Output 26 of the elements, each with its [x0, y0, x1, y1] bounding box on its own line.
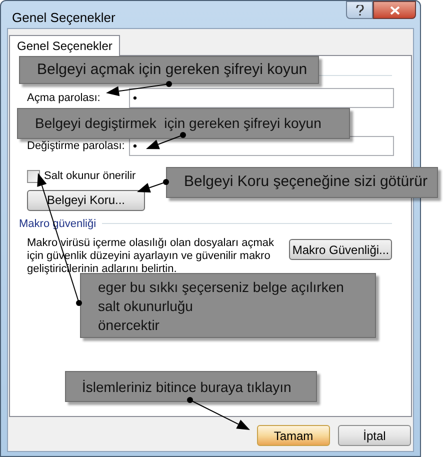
callout-text: Belgeyi açmak için gereken şifreyi koyun — [37, 60, 308, 80]
callout-arrow — [187, 397, 250, 430]
help-button[interactable] — [346, 1, 373, 19]
callout-text: Belgeyi degiştirmek için gereken şifreyi koyun — [35, 114, 322, 133]
close-icon — [390, 6, 400, 14]
field-label: Değiştirme parolası: — [27, 138, 126, 154]
callout-text: salt okunurluğu — [98, 297, 194, 316]
macro-security-button[interactable]: Makro Güvenliği... — [289, 239, 392, 260]
checkbox[interactable] — [27, 170, 40, 183]
callout-text: eger bu sıkkı şeçerseniz belge açılırken — [98, 278, 345, 297]
callout-arrow — [146, 132, 186, 150]
ok-button[interactable]: Tamam — [257, 425, 330, 446]
callout-arrow — [137, 179, 169, 192]
callout-text: önercektir — [98, 316, 160, 335]
protect-document-button[interactable]: Belgeyi Koru... — [27, 190, 145, 210]
callout-arrow — [106, 81, 172, 96]
callout-text: Belgeyi Koru şeçeneğine sizi götürür — [184, 172, 428, 192]
password-field[interactable]: • — [128, 88, 394, 108]
window-title: Genel Seçenekler — [12, 9, 116, 27]
field-label: Açma parolası: — [27, 90, 102, 106]
callout-text: İslemleriniz bitince buraya tıklayın — [82, 378, 292, 397]
cancel-button[interactable]: İptal — [338, 425, 411, 446]
help-icon — [356, 4, 364, 16]
checkbox-label: Salt okunur önerilir — [44, 169, 136, 184]
tab[interactable]: Genel Seçenekler — [9, 35, 120, 56]
close-button[interactable] — [373, 1, 416, 19]
